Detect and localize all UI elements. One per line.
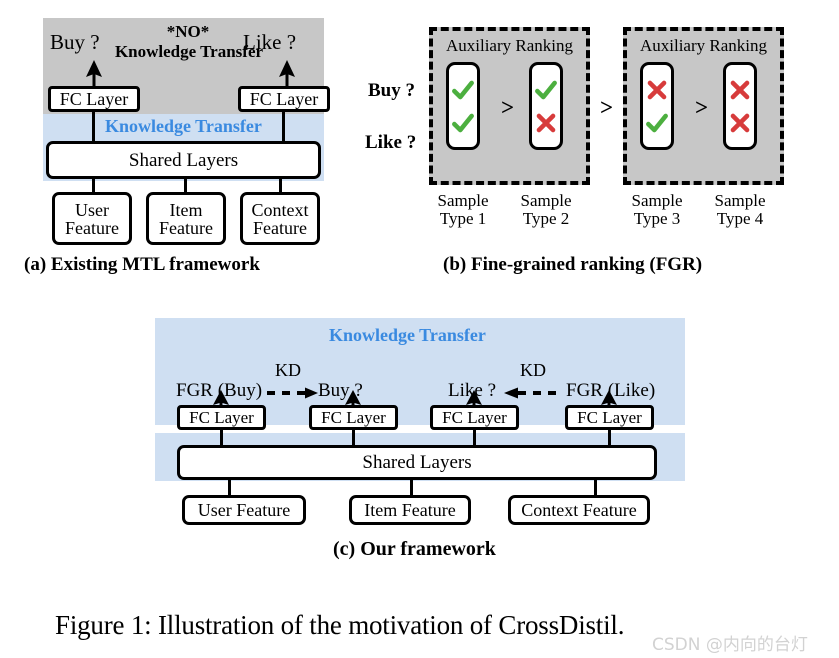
panel-b-sample-3-label: Sample Type 3 [623, 191, 691, 229]
panel-b-sample-4-cell[interactable] [723, 62, 757, 150]
panel-b-sample-2-label: Sample Type 2 [512, 191, 580, 229]
panel-c-fc-layer-1[interactable]: FC Layer [177, 405, 266, 430]
panel-b-sample-1-label-line2: Type 1 [439, 209, 487, 229]
panel-c-kd-label-right: KD [520, 360, 546, 380]
panel-a-feature-item-line2: Feature [159, 217, 213, 238]
panel-b-group-separator: > [600, 95, 614, 120]
figure-canvas: Buy ? Like ? *NO* Knowledge Transfer FC … [0, 0, 839, 658]
panel-a-feature-user-line2: Feature [65, 217, 119, 238]
panel-b-sample-2-label-line1: Sample [520, 191, 572, 210]
panel-a-feature-context-line1: Context [251, 199, 309, 220]
check-icon [535, 80, 557, 99]
panel-a-no-transfer-line1: *NO* [166, 22, 210, 41]
panel-c-fc-layer-4[interactable]: FC Layer [565, 405, 654, 430]
panel-b-sample-2-label-line2: Type 2 [522, 209, 570, 229]
panel-b-sample-1-label-line1: Sample [437, 191, 489, 210]
cross-icon [647, 80, 667, 99]
panel-a-feature-context[interactable]: Context Feature [240, 192, 320, 245]
panel-b-row-label-buy: Buy ? [368, 80, 415, 101]
panel-b-sample-1-cell[interactable] [446, 62, 480, 150]
panel-a-no-transfer-line2: Knowledge Transfer [114, 42, 264, 61]
panel-c-shared-layers[interactable]: Shared Layers [177, 445, 657, 480]
panel-a-fc-layer-left[interactable]: FC Layer [48, 86, 140, 112]
panel-c-feature-context[interactable]: Context Feature [508, 495, 650, 525]
panel-b-row-label-like: Like ? [365, 132, 417, 153]
watermark: CSDN @内向的台灯 [652, 635, 808, 655]
panel-b-sample-2-cell[interactable] [529, 62, 563, 150]
panel-b-sample-4-label-line2: Type 4 [716, 209, 764, 229]
panel-b-caption: (b) Fine-grained ranking (FGR) [443, 254, 703, 275]
cross-icon [536, 113, 556, 132]
panel-b-group-2-inner-separator: > [695, 95, 709, 120]
check-icon [452, 113, 474, 132]
panel-c-feature-connector-1 [228, 478, 231, 496]
panel-b-sample-3-label-line1: Sample [631, 191, 683, 210]
panel-b-group-1-inner-separator: > [501, 95, 515, 120]
panel-c-fc-layer-3[interactable]: FC Layer [430, 405, 519, 430]
panel-c-feature-item[interactable]: Item Feature [349, 495, 471, 525]
panel-a-feature-item[interactable]: Item Feature [146, 192, 226, 245]
panel-c-fc-layer-2[interactable]: FC Layer [309, 405, 398, 430]
panel-a-feature-user-line1: User [75, 199, 109, 220]
panel-b-sample-4-label: Sample Type 4 [706, 191, 774, 229]
panel-a-shared-layers[interactable]: Shared Layers [46, 141, 321, 179]
panel-c-kd-arrow-right-icon [267, 387, 318, 399]
cross-icon [730, 80, 750, 99]
panel-a-feature-user[interactable]: User Feature [52, 192, 132, 245]
panel-c-feature-user[interactable]: User Feature [182, 495, 306, 525]
cross-icon [730, 113, 750, 132]
panel-c-head-label-fgr-like: FGR (Like) [566, 380, 656, 401]
panel-a-feature-context-line2: Feature [253, 217, 307, 238]
panel-b-group-2-title: Auxiliary Ranking [639, 36, 767, 55]
panel-a-feature-item-line1: Item [169, 199, 203, 220]
figure-caption: Figure 1: Illustration of the motivation… [55, 610, 625, 640]
panel-c-knowledge-transfer-label: Knowledge Transfer [329, 325, 486, 345]
panel-c-kd-label-left: KD [275, 360, 301, 380]
panel-a-fc-layer-right[interactable]: FC Layer [238, 86, 330, 112]
panel-c-head-label-like: Like ? [448, 380, 497, 401]
panel-a-connector-right [282, 110, 285, 143]
panel-c-caption: (c) Our framework [333, 538, 496, 560]
panel-c-feature-connector-3 [594, 478, 597, 496]
check-icon [646, 113, 668, 132]
panel-b-sample-3-label-line2: Type 3 [633, 209, 681, 229]
panel-c-head-label-buy: Buy ? [318, 380, 363, 401]
panel-c-feature-connector-2 [410, 478, 413, 496]
panel-b-sample-1-label: Sample Type 1 [429, 191, 497, 229]
panel-b-sample-4-label-line1: Sample [714, 191, 766, 210]
check-icon [452, 80, 474, 99]
panel-b-sample-3-cell[interactable] [640, 62, 674, 150]
panel-a-connector-left [92, 110, 95, 143]
panel-a-caption: (a) Existing MTL framework [24, 254, 260, 275]
panel-b-group-1-title: Auxiliary Ranking [445, 36, 573, 55]
panel-c-kd-arrow-left-icon [504, 387, 558, 399]
panel-a-knowledge-transfer-label: Knowledge Transfer [105, 116, 262, 136]
panel-c-head-label-fgr-buy: FGR (Buy) [176, 380, 263, 401]
